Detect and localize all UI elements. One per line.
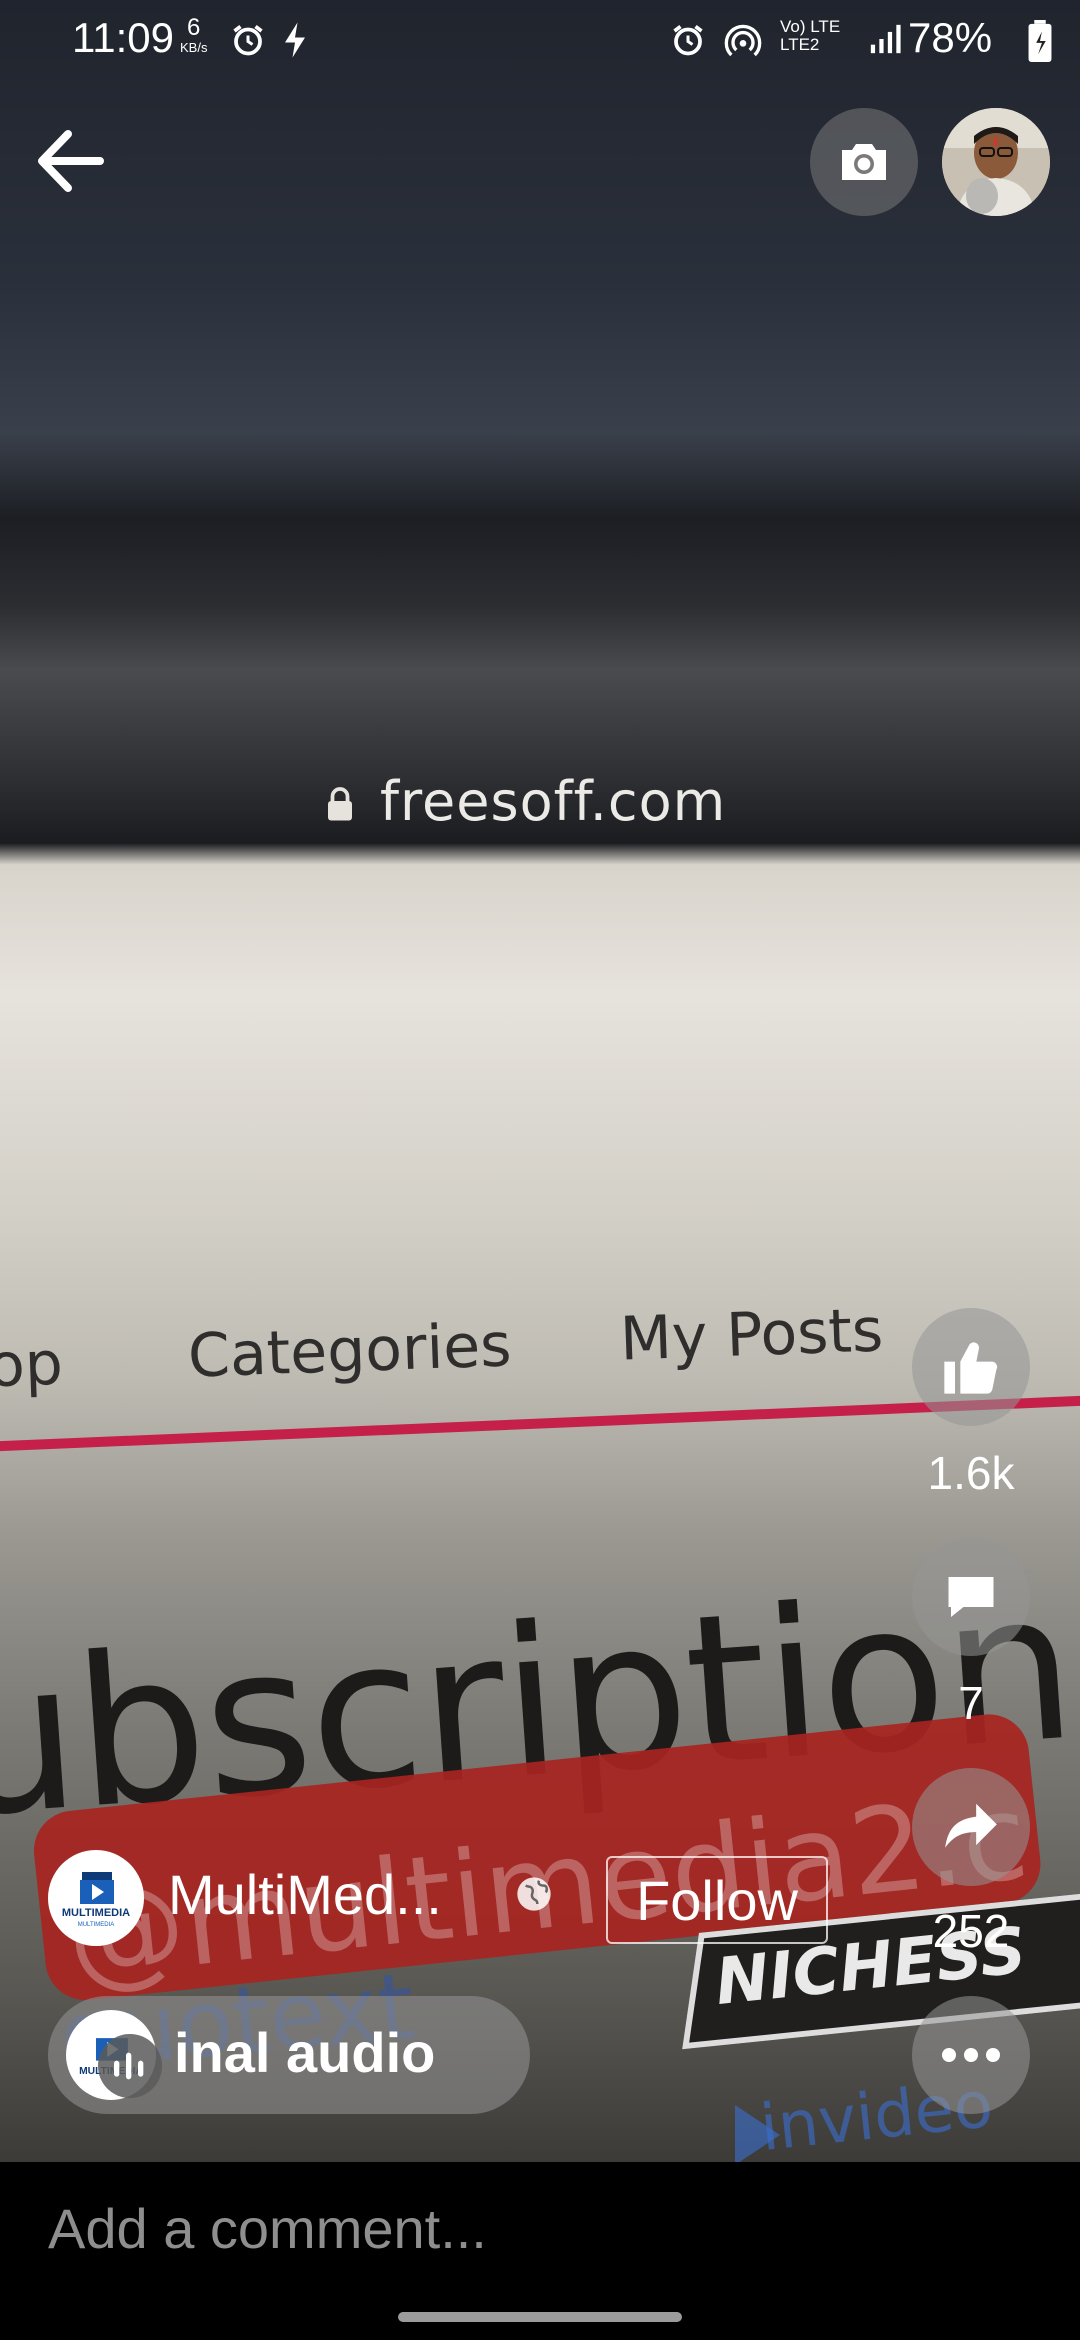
- network-type-text: Vo) LTE LTE2: [780, 17, 841, 54]
- comment-input[interactable]: [48, 2198, 948, 2258]
- video-url-text: freesoff.com: [380, 770, 727, 833]
- logo-subtext: MULTIMEDIA: [78, 1922, 115, 1928]
- comment-bubble-icon: [948, 1577, 994, 1617]
- like-count: 1.6k: [927, 1447, 1015, 1499]
- back-arrow-icon[interactable]: [32, 126, 112, 196]
- net-speed-value: 6: [187, 14, 201, 41]
- lock-icon: [328, 787, 352, 821]
- net-speed-unit: KB/s: [180, 40, 208, 55]
- home-indicator[interactable]: [398, 2312, 682, 2322]
- status-time: 11:09: [72, 14, 174, 61]
- more-options-button[interactable]: [912, 1996, 1030, 2114]
- comment-bar: [0, 2162, 1080, 2340]
- alarm-icon-right: [673, 25, 703, 56]
- like-button[interactable]: [912, 1308, 1030, 1426]
- video-nav-item: My Posts: [618, 1295, 885, 1375]
- alarm-icon: [233, 25, 263, 56]
- more-dots-icon: [942, 2048, 1000, 2062]
- comment-count: 7: [958, 1677, 984, 1729]
- share-arrow-icon: [945, 1803, 997, 1848]
- charging-bolt-icon: [285, 22, 305, 58]
- audio-label: inal audio: [174, 2021, 436, 2084]
- status-net-speed: 6 KB/s: [180, 16, 208, 58]
- camera-icon: [842, 144, 886, 180]
- audio-wave-icon: [98, 2034, 162, 2098]
- comment-button[interactable]: [912, 1538, 1030, 1656]
- hotspot-icon: [724, 24, 762, 57]
- camera-button[interactable]: [810, 108, 918, 216]
- follow-button[interactable]: Follow: [606, 1856, 828, 1944]
- battery-icon: [1028, 20, 1052, 62]
- logo-text: MULTIMEDIA: [62, 1907, 130, 1919]
- video-nav-item: Categories: [186, 1310, 513, 1392]
- battery-percent: 78%: [908, 14, 993, 61]
- original-audio-pill[interactable]: MULTIMEDIA inal audio: [48, 1996, 530, 2114]
- page-avatar[interactable]: MULTIMEDIA MULTIMEDIA: [48, 1850, 144, 1946]
- profile-avatar-image: [942, 108, 1050, 216]
- share-count: 252: [932, 1905, 1010, 1957]
- share-button[interactable]: [912, 1768, 1030, 1886]
- multimedia-logo: MULTIMEDIA MULTIMEDIA: [49, 1851, 143, 1945]
- globe-icon: [517, 1877, 551, 1911]
- thumbs-up-icon: [944, 1342, 998, 1394]
- video-divider-line: [0, 1394, 1080, 1452]
- page-name[interactable]: MultiMed...: [168, 1862, 442, 1927]
- signal-icon: [870, 24, 901, 54]
- profile-avatar[interactable]: [942, 108, 1050, 216]
- video-nav-item: op: [0, 1328, 64, 1402]
- status-bar: 11:09 6 KB/s Vo) LTE LTE2 78%: [0, 0, 1080, 80]
